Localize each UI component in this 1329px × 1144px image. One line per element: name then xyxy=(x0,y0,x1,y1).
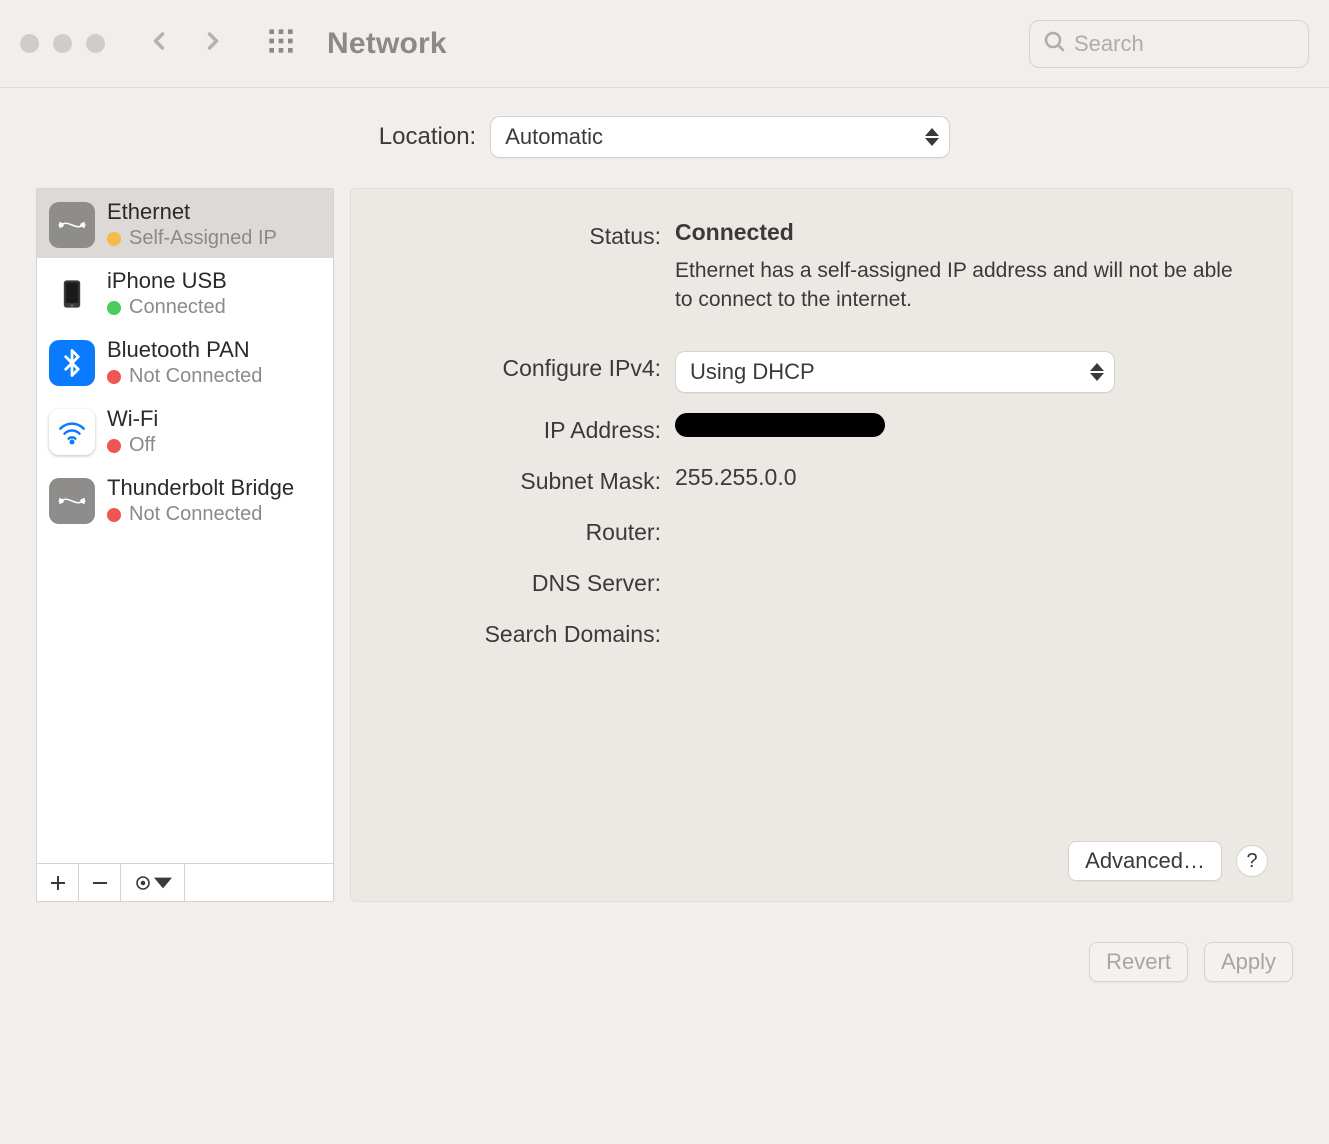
service-name: iPhone USB xyxy=(107,268,227,294)
status-dot xyxy=(107,301,121,315)
revert-button[interactable]: Revert xyxy=(1089,942,1188,982)
service-sidebar: Ethernet Self-Assigned IP iPhone USB Con… xyxy=(36,188,334,902)
location-select[interactable]: Automatic xyxy=(490,116,950,158)
location-label: Location: xyxy=(379,123,476,151)
service-name: Bluetooth PAN xyxy=(107,337,262,363)
footer-spacer xyxy=(185,864,333,901)
help-button[interactable]: ? xyxy=(1236,845,1268,877)
service-item-wifi[interactable]: Wi-Fi Off xyxy=(37,396,333,465)
ip-address-redacted xyxy=(675,413,885,437)
apply-button[interactable]: Apply xyxy=(1204,942,1293,982)
service-item-iphone-usb[interactable]: iPhone USB Connected xyxy=(37,258,333,327)
configure-ipv4-value: Using DHCP xyxy=(690,359,815,385)
subnet-mask-value: 255.255.0.0 xyxy=(675,464,1252,491)
service-actions-button[interactable] xyxy=(121,864,185,901)
search-icon xyxy=(1042,29,1066,58)
advanced-button[interactable]: Advanced… xyxy=(1068,841,1222,881)
router-label: Router: xyxy=(391,515,661,546)
content: Ethernet Self-Assigned IP iPhone USB Con… xyxy=(0,182,1329,902)
status-text: Off xyxy=(129,434,155,457)
service-item-ethernet[interactable]: Ethernet Self-Assigned IP xyxy=(37,189,333,258)
minimize-window-button[interactable] xyxy=(53,34,72,53)
detail-panel: Status: Connected Ethernet has a self-as… xyxy=(350,188,1293,902)
service-item-thunderbolt-bridge[interactable]: Thunderbolt Bridge Not Connected xyxy=(37,465,333,534)
iphone-icon xyxy=(49,271,95,317)
show-all-icon[interactable] xyxy=(267,27,295,60)
bluetooth-icon xyxy=(49,340,95,386)
search-domains-label: Search Domains: xyxy=(391,617,661,648)
wifi-icon xyxy=(49,409,95,455)
ethernet-icon xyxy=(49,202,95,248)
status-text: Not Connected xyxy=(129,365,262,388)
nav-arrows xyxy=(145,27,227,60)
service-name: Wi-Fi xyxy=(107,406,158,432)
search-input[interactable] xyxy=(1074,31,1296,57)
status-dot xyxy=(107,439,121,453)
status-dot xyxy=(107,370,121,384)
configure-ipv4-select[interactable]: Using DHCP xyxy=(675,351,1115,393)
status-value: Connected xyxy=(675,219,1252,246)
updown-icon xyxy=(925,128,939,146)
subnet-mask-label: Subnet Mask: xyxy=(391,464,661,495)
search-field[interactable] xyxy=(1029,20,1309,68)
service-item-bluetooth-pan[interactable]: Bluetooth PAN Not Connected xyxy=(37,327,333,396)
status-text: Connected xyxy=(129,296,226,319)
ip-address-label: IP Address: xyxy=(391,413,661,444)
status-text: Self-Assigned IP xyxy=(129,227,277,250)
service-list: Ethernet Self-Assigned IP iPhone USB Con… xyxy=(37,189,333,863)
service-name: Ethernet xyxy=(107,199,277,225)
service-name: Thunderbolt Bridge xyxy=(107,475,294,501)
status-text: Not Connected xyxy=(129,503,262,526)
add-service-button[interactable] xyxy=(37,864,79,901)
configure-ipv4-label: Configure IPv4: xyxy=(391,351,661,382)
sidebar-footer xyxy=(37,863,333,901)
status-dot xyxy=(107,508,121,522)
updown-icon xyxy=(1090,363,1104,381)
status-dot xyxy=(107,232,121,246)
forward-button[interactable] xyxy=(199,27,227,60)
location-value: Automatic xyxy=(505,124,603,150)
bottom-buttons: Revert Apply xyxy=(0,902,1329,982)
close-window-button[interactable] xyxy=(20,34,39,53)
page-title: Network xyxy=(327,27,447,61)
status-label: Status: xyxy=(391,219,661,250)
thunderbolt-bridge-icon xyxy=(49,478,95,524)
traffic-lights xyxy=(20,34,105,53)
titlebar: Network xyxy=(0,0,1329,88)
zoom-window-button[interactable] xyxy=(86,34,105,53)
status-description: Ethernet has a self-assigned IP address … xyxy=(675,256,1252,315)
back-button[interactable] xyxy=(145,27,173,60)
dns-server-label: DNS Server: xyxy=(391,566,661,597)
location-row: Location: Automatic xyxy=(0,88,1329,182)
remove-service-button[interactable] xyxy=(79,864,121,901)
